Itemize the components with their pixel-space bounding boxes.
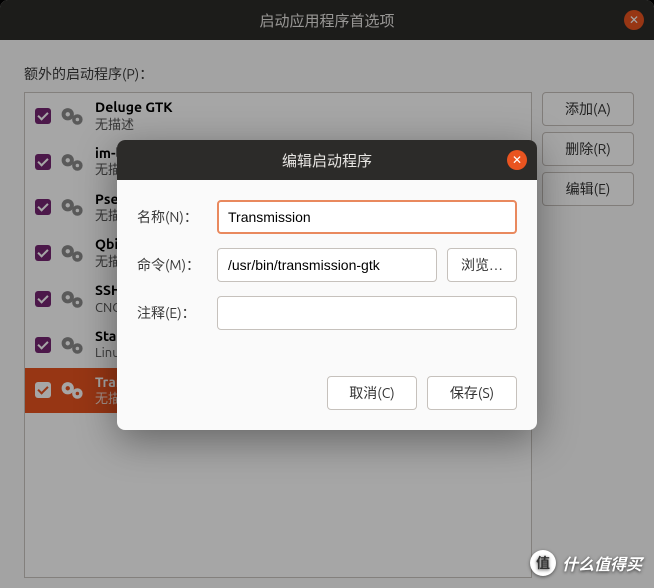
dialog-close-icon[interactable]: ✕ (507, 150, 527, 170)
browse-button[interactable]: 浏览… (447, 248, 517, 282)
dialog-actions: 取消(C) 保存(S) (117, 364, 537, 430)
cancel-button[interactable]: 取消(C) (327, 376, 417, 410)
watermark-badge-icon: 值 (530, 550, 556, 576)
edit-startup-dialog: 编辑启动程序 ✕ 名称(N)： 命令(M)： 浏览… 注释(E)： 取消(C) … (117, 140, 537, 430)
name-input[interactable] (217, 200, 517, 234)
command-input[interactable] (217, 248, 437, 282)
command-label: 命令(M)： (137, 255, 207, 275)
watermark: 值 什么值得买 (530, 550, 642, 576)
watermark-text: 什么值得买 (562, 551, 642, 575)
modal-overlay: 编辑启动程序 ✕ 名称(N)： 命令(M)： 浏览… 注释(E)： 取消(C) … (0, 0, 654, 588)
comment-label: 注释(E)： (137, 303, 207, 323)
comment-input[interactable] (217, 296, 517, 330)
command-row: 命令(M)： 浏览… (137, 248, 517, 282)
dialog-body: 名称(N)： 命令(M)： 浏览… 注释(E)： (117, 180, 537, 364)
comment-row: 注释(E)： (137, 296, 517, 330)
save-button[interactable]: 保存(S) (427, 376, 517, 410)
dialog-title: 编辑启动程序 (282, 150, 372, 171)
name-label: 名称(N)： (137, 207, 207, 227)
dialog-titlebar: 编辑启动程序 ✕ (117, 140, 537, 180)
name-row: 名称(N)： (137, 200, 517, 234)
